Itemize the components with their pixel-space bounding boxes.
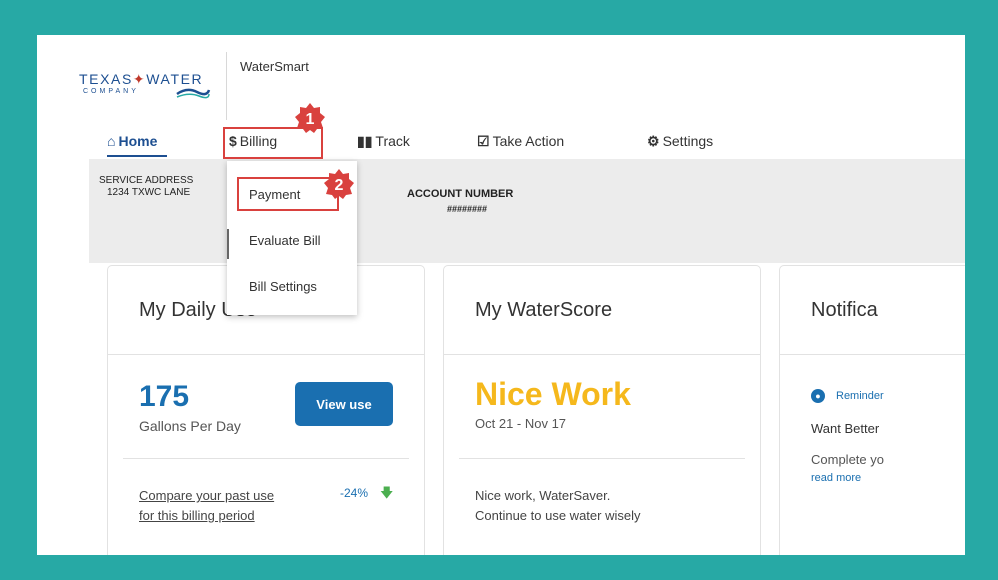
waterscore-date-range: Oct 21 - Nov 17 [475,416,567,431]
arrow-down-icon: 🡇 [380,485,394,500]
account-band [89,159,965,263]
reminder-icon: ● [811,389,825,403]
nav-home-underline [107,155,167,157]
checkbox-icon: ☑ [477,133,490,149]
compare-line1: Compare your past use [139,488,275,503]
step-1-label: 1 [306,111,315,128]
read-more-link[interactable]: read more [811,472,861,484]
step-2-badge: 2 [324,169,354,199]
daily-use-value: 175 [139,380,190,413]
notification-body: Complete yo [811,452,884,467]
bar-chart-icon: ▮▮ [357,133,373,149]
waterscore-line1: Nice work, WaterSaver. [475,488,611,503]
compare-line2: for this billing period [139,508,255,523]
menu-item-bill-settings[interactable]: Bill Settings [249,279,317,294]
logo-word-texas: TEXAS [79,71,133,87]
daily-use-unit: Gallons Per Day [139,418,241,434]
service-address-label: SERVICE ADDRESS [99,175,194,186]
nav-take-action[interactable]: ☑ Take Action [477,133,564,150]
account-number-label: ACCOUNT NUMBER [407,188,514,200]
gear-icon: ⚙ [647,133,660,149]
app-name: WaterSmart [240,59,309,74]
waterscore-card: My WaterScore Nice Work Oct 21 - Nov 17 … [443,265,761,555]
nav-track[interactable]: ▮▮ Track [357,133,410,150]
compare-past-use-link[interactable]: Compare your past use for this billing p… [139,486,274,526]
reminder-label: Reminder [836,390,884,402]
card-inner-divider [123,458,409,459]
card-divider [444,354,760,355]
nav-home[interactable]: ⌂ Home [107,133,157,149]
header-divider [226,52,227,120]
view-use-button[interactable]: View use [295,382,393,426]
card-divider [108,354,424,355]
card-inner-divider [459,458,745,459]
home-icon: ⌂ [107,133,116,149]
use-change-percent: -24% [340,486,369,500]
waterscore-line2: Continue to use water wisely [475,508,641,523]
service-address-value: 1234 TXWC LANE [107,187,191,198]
texas-star-icon: ✦ [132,71,147,87]
nav-settings[interactable]: ⚙ Settings [647,133,713,150]
notification-heading: Want Better [811,421,880,436]
waterscore-headline: Nice Work [475,376,631,412]
step-2-label: 2 [335,177,344,194]
logo-wave-icon [176,88,211,99]
nav-home-label: Home [118,133,158,149]
step-1-badge: 1 [295,103,325,133]
card-divider [780,354,965,355]
notifications-title: Notifica [811,299,878,321]
logo-subtitle: COMPANY [83,88,139,95]
app-frame: TEXAS✦WATER COMPANY WaterSmart ⌂ Home $ Bi… [37,35,965,555]
nav-track-label: Track [375,133,410,149]
waterscore-message: Nice work, WaterSaver. Continue to use w… [475,486,640,526]
nav-take-action-label: Take Action [492,133,565,149]
menu-item-evaluate-bill[interactable]: Evaluate Bill [249,233,321,248]
waterscore-title: My WaterScore [475,299,613,321]
nav-settings-label: Settings [662,133,714,149]
notifications-card: Notifica ● Reminder Want Better Complete… [779,265,965,555]
account-number-value: ######## [447,204,488,214]
menu-rule [227,229,229,259]
